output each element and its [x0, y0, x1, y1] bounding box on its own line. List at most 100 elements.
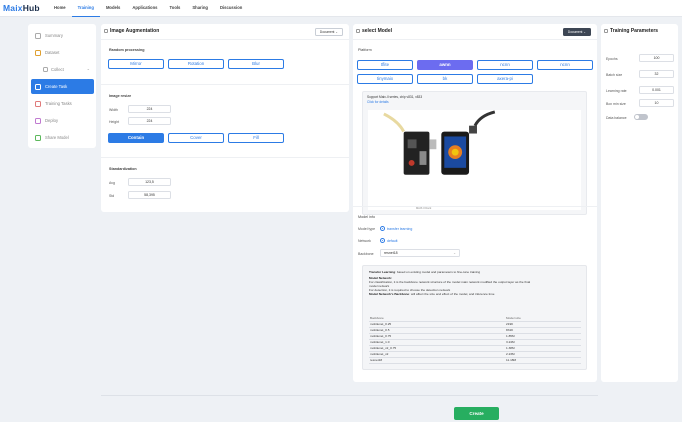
- network-label: Network: [358, 239, 371, 243]
- maix-ii-dock-image: MAIX-II Dock: [368, 110, 581, 210]
- platform-label: Platform: [358, 48, 372, 52]
- contain-button[interactable]: Contain: [108, 133, 164, 143]
- platform-tinymaix-button[interactable]: tinymaix: [357, 74, 413, 84]
- platform-info-box: Support Maix-II series, chip v831, v833 …: [362, 91, 587, 215]
- data-balance-toggle[interactable]: [634, 114, 648, 120]
- nav-tools[interactable]: Tools: [164, 0, 187, 17]
- width-input[interactable]: 224: [128, 105, 171, 113]
- nav-sharing[interactable]: Sharing: [186, 0, 214, 17]
- platform-ncnn-button[interactable]: ncnn: [477, 60, 533, 70]
- sidebar-item-create-task[interactable]: Create Task: [31, 79, 94, 94]
- platform-axera-pi-button[interactable]: axera-pi: [477, 74, 533, 84]
- nav-discussion[interactable]: Discussion: [214, 0, 248, 17]
- logo-part-hub: Hub: [22, 3, 40, 13]
- model-type-value[interactable]: transfer learning: [387, 227, 412, 231]
- divider: [353, 206, 597, 207]
- sidebar-item-summary[interactable]: Summary: [31, 28, 94, 43]
- learning-rate-label: Learning rate: [606, 89, 627, 93]
- sidebar-item-training-tasks[interactable]: Training Tasks: [31, 96, 94, 111]
- avg-input[interactable]: 123,5: [128, 178, 171, 186]
- support-text: Support Maix-II series, chip v831, v833: [367, 95, 423, 99]
- fill-button[interactable]: Fill: [228, 133, 284, 143]
- batch-size-input[interactable]: 32: [639, 70, 674, 78]
- width-label: Width: [109, 108, 118, 112]
- avg-label: Avg: [109, 181, 115, 185]
- divider: [101, 84, 349, 85]
- collect-icon: [43, 67, 48, 72]
- maixhub-logo[interactable]: MaixHub: [3, 3, 40, 13]
- training-parameters-panel: Training Parameters Epochs 100 Batch siz…: [601, 24, 678, 382]
- sidebar: Summary Dataset Collect ⌄ Create Task Tr…: [28, 24, 96, 148]
- backbone-note: Model Network's Backbone: will affect th…: [369, 292, 580, 296]
- training-tasks-icon: [35, 100, 41, 107]
- nav-home[interactable]: Home: [48, 0, 72, 17]
- document-dropdown[interactable]: Document ⌄: [314, 28, 343, 36]
- create-button[interactable]: Create: [454, 407, 499, 420]
- panel-title: Training Parameters: [610, 28, 659, 34]
- backbone-note-title: Model Network's Backbone: [369, 292, 410, 297]
- nav-models[interactable]: Models: [100, 0, 126, 17]
- model-size-cell: 11.18M: [505, 357, 581, 364]
- height-input[interactable]: 224: [128, 117, 171, 125]
- sidebar-item-label: Deploy: [45, 118, 59, 123]
- image-caption: MAIX-II Dock: [416, 207, 432, 210]
- data-balance-label: Data balance: [606, 116, 627, 120]
- model-type-radio[interactable]: [380, 226, 385, 231]
- std-input[interactable]: 58,395: [128, 191, 171, 199]
- logo-part-maix: Maix: [3, 3, 23, 13]
- sidebar-item-collect[interactable]: Collect ⌄: [31, 62, 94, 77]
- standardization-label: Standardization: [109, 167, 137, 171]
- panel-tag-icon: [356, 29, 360, 33]
- network-radio[interactable]: [380, 238, 385, 243]
- details-link[interactable]: Click for details: [367, 100, 389, 104]
- chevron-down-icon: ⌄: [453, 251, 456, 255]
- chevron-down-icon: ⌄: [583, 30, 586, 34]
- box-min-size-input[interactable]: 10: [639, 99, 674, 107]
- cover-button[interactable]: Cover: [168, 133, 224, 143]
- panel-header: Training Parameters: [601, 24, 678, 40]
- network-value[interactable]: default: [387, 239, 398, 243]
- box-min-size-label: Box min size: [606, 102, 626, 106]
- transfer-learning-title: Transfer Learning: [369, 270, 396, 274]
- platform-tflite-button[interactable]: tflite: [357, 60, 413, 70]
- chevron-down-icon: ⌄: [335, 30, 338, 34]
- document-label: Document: [319, 30, 335, 34]
- share-model-icon: [35, 134, 41, 141]
- nav-applications[interactable]: Applications: [126, 0, 163, 17]
- epochs-input[interactable]: 100: [639, 54, 674, 62]
- backbone-size-table: Backbone Model size mobilenet_0.25 219K m…: [369, 316, 581, 364]
- create-task-icon: [35, 83, 41, 90]
- platform-ncnn-button-2[interactable]: ncnn: [537, 60, 593, 70]
- nav-training[interactable]: Training: [71, 0, 100, 17]
- blur-button[interactable]: Blur: [228, 59, 284, 69]
- sidebar-item-label: Summary: [45, 33, 63, 38]
- backbone-selected-value: resnet18: [384, 251, 398, 255]
- random-processing-label: Random processing: [109, 48, 145, 52]
- platform-awnn-button[interactable]: awnn: [417, 60, 473, 70]
- divider: [101, 157, 349, 158]
- deploy-icon: [35, 117, 41, 124]
- model-help-box: Transfer Learning: based on existing mod…: [362, 265, 587, 370]
- sidebar-item-dataset[interactable]: Dataset: [31, 45, 94, 60]
- height-label: Height: [109, 120, 120, 124]
- transfer-learning-text: : based on existing model and parameters…: [395, 270, 481, 274]
- sidebar-item-deploy[interactable]: Deploy: [31, 113, 94, 128]
- mirror-button[interactable]: Mirror: [108, 59, 164, 69]
- sidebar-item-label: Create Task: [45, 84, 68, 89]
- summary-icon: [35, 32, 41, 39]
- main-nav: Home Training Models Applications Tools …: [48, 0, 248, 17]
- std-label: Std: [109, 194, 115, 198]
- rotation-button[interactable]: Rotation: [168, 59, 224, 69]
- platform-bk-button[interactable]: bk: [417, 74, 473, 84]
- batch-size-label: Batch size: [606, 73, 623, 77]
- panel-title: select Model: [362, 28, 393, 34]
- sidebar-item-share-model[interactable]: Share Model: [31, 130, 94, 145]
- epochs-label: Epochs: [606, 57, 618, 61]
- document-label: Document: [567, 30, 583, 34]
- document-dropdown[interactable]: Document ⌄: [562, 28, 591, 36]
- backbone-select[interactable]: resnet18 ⌄: [380, 249, 460, 257]
- backbone-cell: resnet18: [369, 357, 505, 364]
- dataset-icon: [35, 49, 41, 56]
- learning-rate-input[interactable]: 0.001: [639, 86, 674, 94]
- sidebar-item-label: Dataset: [45, 50, 60, 55]
